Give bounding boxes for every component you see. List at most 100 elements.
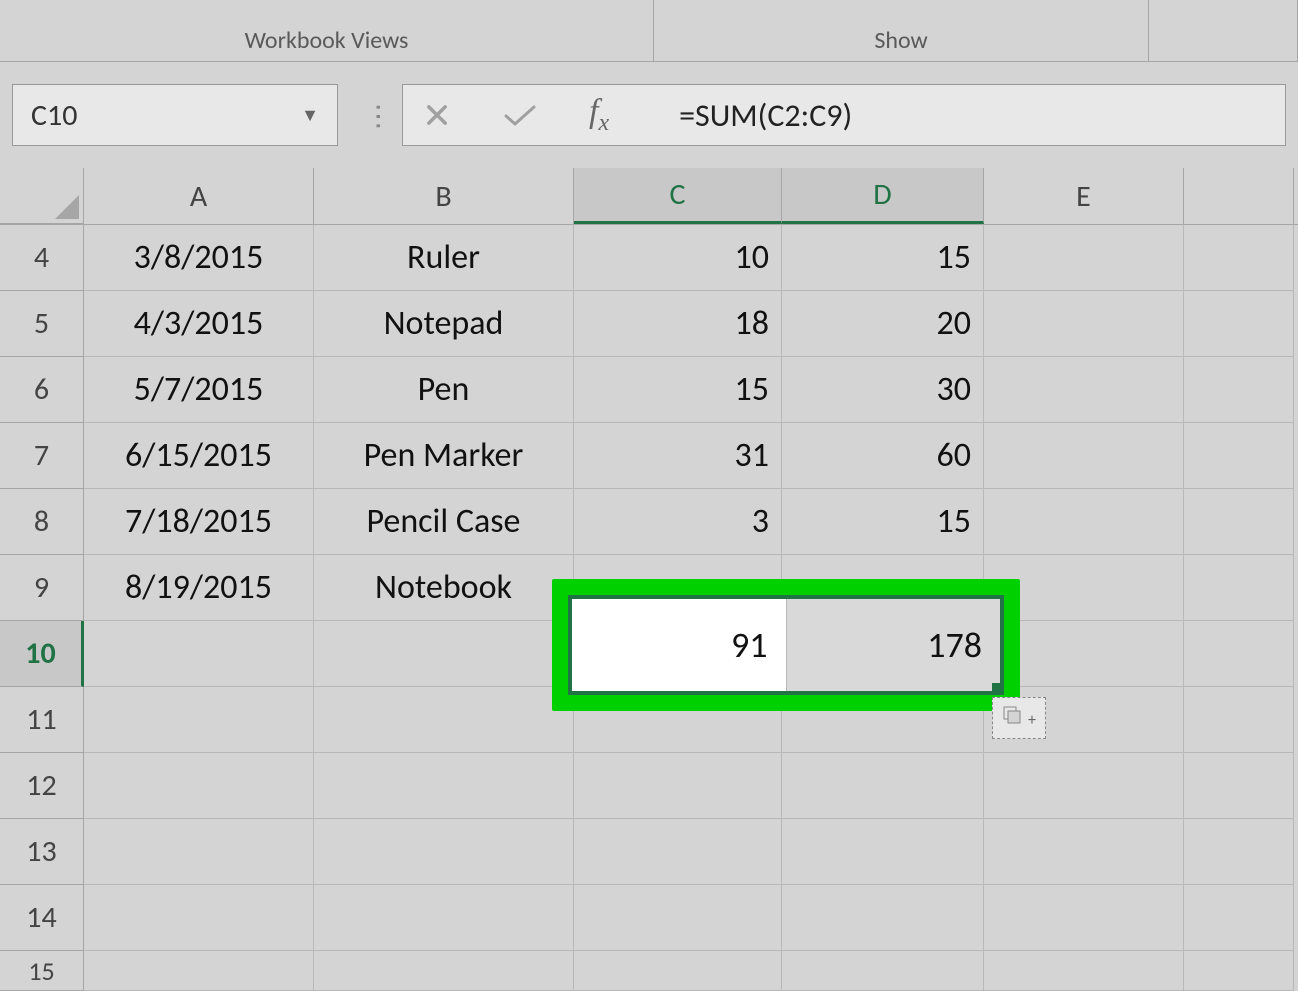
cell-A10[interactable] — [84, 621, 314, 687]
cell-E14[interactable] — [984, 885, 1184, 951]
svg-text:+: + — [1028, 711, 1036, 730]
cell-B11[interactable] — [314, 687, 574, 753]
row-header-13[interactable]: 13 — [0, 819, 84, 885]
cell-F11[interactable] — [1184, 687, 1294, 753]
ribbon-group-workbook-views[interactable]: Workbook Views — [0, 0, 654, 61]
cell-F10[interactable] — [1184, 621, 1294, 687]
cell-F9[interactable] — [1184, 555, 1294, 621]
cell-A13[interactable] — [84, 819, 314, 885]
row-header-10[interactable]: 10 — [0, 621, 84, 687]
grid-body: 4 3/8/2015 Ruler 10 15 5 4/3/2015 Notepa… — [0, 225, 1298, 991]
row-7: 7 6/15/2015 Pen Marker 31 60 — [0, 423, 1298, 489]
cell-A12[interactable] — [84, 753, 314, 819]
cell-A6[interactable]: 5/7/2015 — [84, 357, 314, 423]
cell-D12[interactable] — [782, 753, 984, 819]
cell-C5[interactable]: 18 — [574, 291, 782, 357]
cell-D14[interactable] — [782, 885, 984, 951]
row-header-5[interactable]: 5 — [0, 291, 84, 357]
row-6: 6 5/7/2015 Pen 15 30 — [0, 357, 1298, 423]
cell-F14[interactable] — [1184, 885, 1294, 951]
insert-function-icon[interactable]: fx — [589, 93, 609, 137]
cell-D13[interactable] — [782, 819, 984, 885]
row-header-6[interactable]: 6 — [0, 357, 84, 423]
cell-B4[interactable]: Ruler — [314, 225, 574, 291]
cell-C4[interactable]: 10 — [574, 225, 782, 291]
column-header-A[interactable]: A — [84, 168, 314, 224]
cell-B8[interactable]: Pencil Case — [314, 489, 574, 555]
ribbon-group-show[interactable]: Show — [654, 0, 1149, 61]
row-header-8[interactable]: 8 — [0, 489, 84, 555]
cell-E12[interactable] — [984, 753, 1184, 819]
column-header-B[interactable]: B — [314, 168, 574, 224]
cell-A8[interactable]: 7/18/2015 — [84, 489, 314, 555]
cell-C7[interactable]: 31 — [574, 423, 782, 489]
cell-B7[interactable]: Pen Marker — [314, 423, 574, 489]
cell-F7[interactable] — [1184, 423, 1294, 489]
cell-B5[interactable]: Notepad — [314, 291, 574, 357]
cell-F12[interactable] — [1184, 753, 1294, 819]
cell-F6[interactable] — [1184, 357, 1294, 423]
cell-C12[interactable] — [574, 753, 782, 819]
cell-E4[interactable] — [984, 225, 1184, 291]
cell-A9[interactable]: 8/19/2015 — [84, 555, 314, 621]
row-header-15[interactable]: 15 — [0, 951, 84, 991]
cell-B12[interactable] — [314, 753, 574, 819]
cell-C6[interactable]: 15 — [574, 357, 782, 423]
cell-E15[interactable] — [984, 951, 1184, 991]
cell-D6[interactable]: 30 — [782, 357, 984, 423]
cell-F4[interactable] — [1184, 225, 1294, 291]
cell-B10[interactable] — [314, 621, 574, 687]
row-header-7[interactable]: 7 — [0, 423, 84, 489]
highlight-cell-C10[interactable]: 91 — [572, 599, 786, 691]
cell-D7[interactable]: 60 — [782, 423, 984, 489]
row-8: 8 7/18/2015 Pencil Case 3 15 — [0, 489, 1298, 555]
cell-A4[interactable]: 3/8/2015 — [84, 225, 314, 291]
cell-D5[interactable]: 20 — [782, 291, 984, 357]
cell-A7[interactable]: 6/15/2015 — [84, 423, 314, 489]
cell-B13[interactable] — [314, 819, 574, 885]
cell-C13[interactable] — [574, 819, 782, 885]
cell-E8[interactable] — [984, 489, 1184, 555]
name-box-dropdown-icon[interactable]: ▼ — [301, 104, 319, 126]
highlight-cell-D10[interactable]: 178 — [786, 599, 1001, 691]
cell-D8[interactable]: 15 — [782, 489, 984, 555]
cell-F8[interactable] — [1184, 489, 1294, 555]
cell-F13[interactable] — [1184, 819, 1294, 885]
row-header-12[interactable]: 12 — [0, 753, 84, 819]
cell-A14[interactable] — [84, 885, 314, 951]
cell-E6[interactable] — [984, 357, 1184, 423]
cancel-formula-icon[interactable] — [423, 101, 451, 129]
cell-B6[interactable]: Pen — [314, 357, 574, 423]
enter-formula-icon[interactable] — [503, 101, 537, 129]
cell-C15[interactable] — [574, 951, 782, 991]
formula-bar-content[interactable]: =SUM(C2:C9) — [679, 96, 852, 135]
cell-C14[interactable] — [574, 885, 782, 951]
row-header-9[interactable]: 9 — [0, 555, 84, 621]
formula-bar[interactable]: fx =SUM(C2:C9) — [402, 84, 1286, 146]
cell-C8[interactable]: 3 — [574, 489, 782, 555]
cell-A11[interactable] — [84, 687, 314, 753]
formula-bar-options-icon[interactable]: ⋯ — [362, 102, 397, 128]
cell-E7[interactable] — [984, 423, 1184, 489]
column-header-next[interactable] — [1184, 168, 1294, 224]
cell-F15[interactable] — [1184, 951, 1294, 991]
name-box[interactable]: C10 ▼ — [12, 84, 338, 146]
cell-A5[interactable]: 4/3/2015 — [84, 291, 314, 357]
cell-B14[interactable] — [314, 885, 574, 951]
cell-B15[interactable] — [314, 951, 574, 991]
column-header-E[interactable]: E — [984, 168, 1184, 224]
row-header-14[interactable]: 14 — [0, 885, 84, 951]
autofill-options-button[interactable]: + — [992, 697, 1046, 739]
cell-E5[interactable] — [984, 291, 1184, 357]
select-all-corner[interactable] — [0, 168, 84, 224]
cell-D15[interactable] — [782, 951, 984, 991]
column-header-C[interactable]: C — [574, 168, 782, 224]
cell-B9[interactable]: Notebook — [314, 555, 574, 621]
cell-D4[interactable]: 15 — [782, 225, 984, 291]
cell-F5[interactable] — [1184, 291, 1294, 357]
cell-A15[interactable] — [84, 951, 314, 991]
cell-E13[interactable] — [984, 819, 1184, 885]
column-header-D[interactable]: D — [782, 168, 984, 224]
row-header-4[interactable]: 4 — [0, 225, 84, 291]
row-header-11[interactable]: 11 — [0, 687, 84, 753]
